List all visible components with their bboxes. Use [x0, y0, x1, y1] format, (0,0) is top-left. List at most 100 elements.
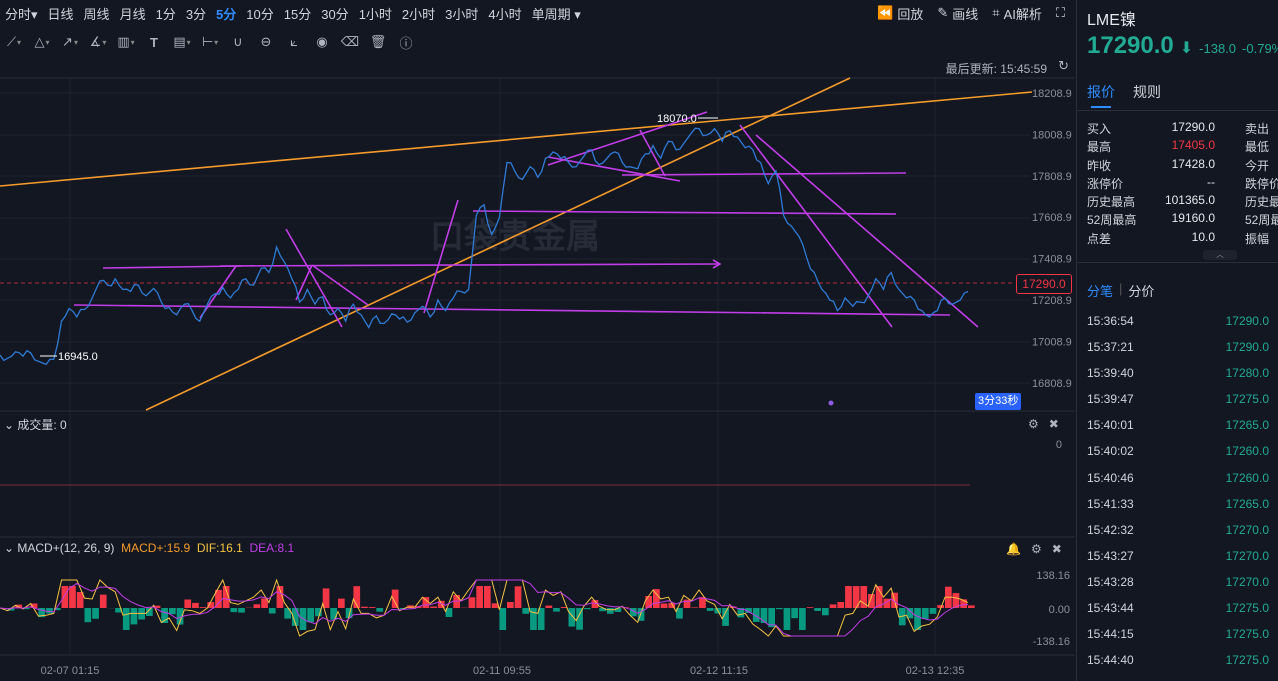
tick-time: 15:43:28	[1087, 574, 1134, 589]
macd-bar	[368, 607, 376, 608]
stat-label: 52周最高	[1087, 213, 1137, 228]
price-axis-label: 18008.9	[1032, 129, 1072, 141]
macd-bar	[361, 606, 368, 608]
volume-axis-value: 0	[1056, 439, 1062, 451]
symbol-name: LME镍	[1087, 12, 1136, 29]
level-line[interactable]	[472, 210, 897, 215]
stat-row: 涨停价 -- 跌停价	[1087, 175, 1278, 193]
chart-svg[interactable]: 口袋贵金属 18070.0 16945.0 18208.918008.91780…	[0, 0, 1075, 681]
macd-bar	[530, 608, 537, 630]
close-icon[interactable]: ✖	[1049, 417, 1059, 431]
stat-value: 101365.0	[1164, 193, 1215, 208]
price-axis-label: 16808.9	[1032, 378, 1072, 390]
high-annotation: 18070.0	[657, 113, 697, 125]
collapse-button[interactable]: ︿	[1203, 250, 1237, 260]
macd-bar	[837, 602, 845, 608]
resistance-trendline[interactable]	[0, 91, 1033, 187]
tick-row: 15:37:21 17290.0	[1087, 336, 1269, 362]
scroll-dot[interactable]	[828, 400, 834, 406]
tick-row: 15:40:46 17260.0	[1087, 467, 1269, 493]
macd-bar	[192, 602, 199, 608]
macd-pane-title[interactable]: ⌄ MACD+(12, 26, 9) MACD+:15.9 DIF:16.1 D…	[4, 541, 294, 555]
pattern-line[interactable]	[423, 199, 459, 314]
price-axis-label: 18208.9	[1032, 88, 1072, 100]
tick-time: 15:40:02	[1087, 444, 1134, 459]
tick-price: 17280.0	[1225, 366, 1269, 381]
volume-pane-icons: ⚙ ✖	[1028, 417, 1059, 431]
quote-panel: LME镍 17290.0 ⬇ -138.0 -0.79% 报价规则 买入 1729…	[1076, 0, 1278, 681]
stat-value: 19160.0	[1171, 211, 1215, 226]
macd-bar	[775, 608, 783, 610]
tick-row: 15:39:40 17280.0	[1087, 362, 1269, 388]
macd-bar	[376, 608, 384, 612]
gear-icon[interactable]: ⚙	[1028, 417, 1039, 431]
macd-bar	[829, 604, 837, 608]
stat-value: 17405.0	[1171, 138, 1215, 153]
macd-bar	[99, 594, 107, 608]
macd-bar	[660, 603, 668, 608]
macd-bar	[338, 598, 345, 608]
tab-0[interactable]: 报价	[1087, 82, 1115, 108]
tick-price: 17270.0	[1225, 574, 1269, 589]
low-annotation: 16945.0	[58, 351, 98, 363]
close-icon[interactable]: ✖	[1052, 542, 1062, 556]
macd-bar	[783, 608, 791, 630]
tick-price: 17260.0	[1225, 444, 1269, 459]
pattern-line[interactable]	[285, 228, 343, 328]
tick-time: 15:41:33	[1087, 496, 1134, 511]
tick-list: 15:36:54 17290.0 15:37:21 17290.0 15:39:40 17…	[1087, 310, 1269, 675]
macd-bar	[253, 604, 261, 608]
stat-label: 昨收	[1087, 158, 1112, 173]
macd-bar	[130, 608, 138, 625]
projection-arrow-line[interactable]	[219, 263, 721, 267]
tick-time: 15:39:40	[1087, 366, 1134, 381]
bell-icon[interactable]: 🔔	[1006, 542, 1021, 556]
stat-value: --	[1207, 174, 1215, 189]
macd-bar	[268, 608, 276, 614]
tick-price: 17275.0	[1225, 653, 1269, 668]
tick-price: 17275.0	[1225, 627, 1269, 642]
stat-value: 10.0	[1191, 229, 1215, 244]
tab-divider: |	[1119, 281, 1123, 296]
down-channel-lower[interactable]	[739, 124, 893, 328]
tick-time: 15:43:27	[1087, 548, 1134, 563]
quote-row: 17290.0 ⬇ -138.0 -0.79%	[1087, 32, 1278, 60]
tick-row: 15:40:02 17260.0	[1087, 440, 1269, 466]
macd-bar	[645, 596, 652, 608]
volume-pane-title[interactable]: ⌄ 成交量: 0	[4, 416, 67, 433]
wedge-line[interactable]	[639, 129, 666, 177]
divider	[1077, 262, 1278, 263]
tick-price: 17275.0	[1225, 392, 1269, 407]
support-trendline[interactable]	[145, 77, 851, 411]
trade-tab-0[interactable]: 分笔	[1087, 281, 1113, 300]
time-axis-label: 02-13 12:35	[906, 665, 965, 677]
stat-label-2: 52周最低	[1245, 213, 1278, 228]
macd-bar	[806, 607, 814, 608]
tick-time: 15:37:21	[1087, 340, 1134, 355]
macd-pane-icons: 🔔 ⚙ ✖	[1006, 542, 1062, 556]
tab-1[interactable]: 规则	[1133, 82, 1161, 108]
tick-row: 15:36:54 17290.0	[1087, 310, 1269, 336]
gear-icon[interactable]: ⚙	[1031, 542, 1042, 556]
pattern-line[interactable]	[311, 264, 369, 306]
stat-row: 昨收 17428.0 今开	[1087, 157, 1278, 175]
price-axis-label: 17208.9	[1032, 295, 1072, 307]
stat-row: 买入 17290.0 卖出	[1087, 120, 1278, 138]
macd-bar	[238, 608, 245, 613]
macd-bar	[791, 608, 798, 619]
price-axis-label: 17608.9	[1032, 212, 1072, 224]
chart-area[interactable]: 分时▾ 日线 周线 月线 1分 3分 5分 10分 15分 30分 1小时 2小时 3小时 4小时 单周期 …	[0, 0, 1075, 681]
tick-row: 15:42:32 17270.0	[1087, 519, 1269, 545]
tick-time: 15:42:32	[1087, 522, 1134, 537]
tick-row: 15:43:27 17270.0	[1087, 545, 1269, 571]
stat-label: 最高	[1087, 140, 1112, 155]
trade-tab-1[interactable]: 分价	[1128, 281, 1154, 300]
tick-time: 15:40:01	[1087, 418, 1134, 433]
macd-bar	[914, 608, 921, 630]
macd-bar	[499, 608, 507, 630]
stat-row: 52周最高 19160.0 52周最低	[1087, 211, 1278, 229]
quote-change: -138.0	[1199, 41, 1237, 56]
stat-label: 点差	[1087, 231, 1112, 246]
price-axis-label: 17808.9	[1032, 171, 1072, 183]
macd-bar	[545, 605, 553, 608]
